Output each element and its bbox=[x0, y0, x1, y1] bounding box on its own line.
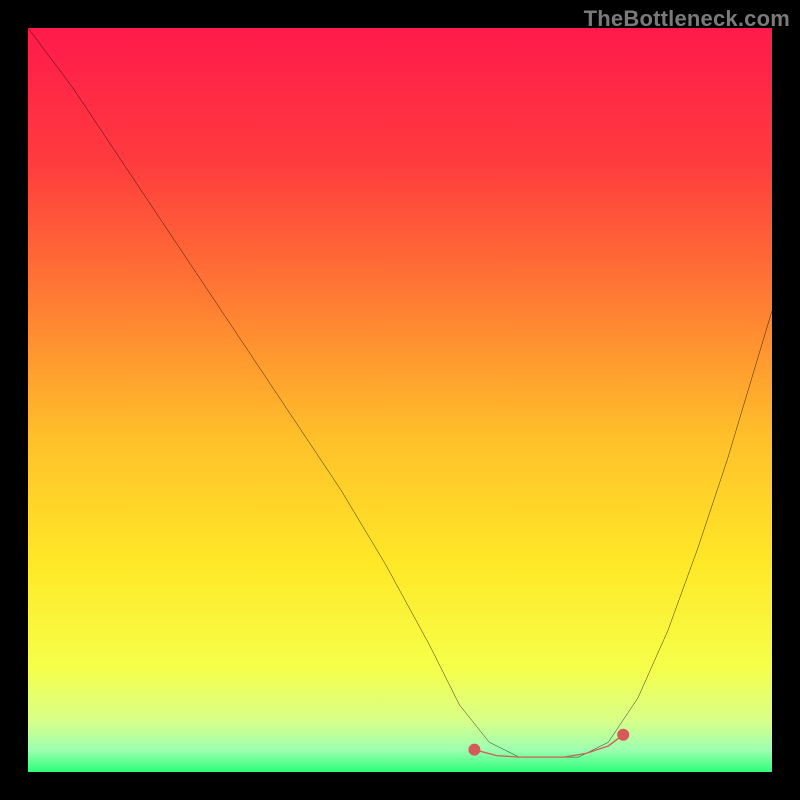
chart-frame: TheBottleneck.com bbox=[0, 0, 800, 800]
range-right-marker bbox=[617, 729, 629, 741]
bottleneck-curve bbox=[28, 28, 772, 757]
watermark-text: TheBottleneck.com bbox=[584, 6, 790, 32]
range-left-marker bbox=[468, 744, 480, 756]
chart-svg bbox=[28, 28, 772, 772]
plot-area bbox=[28, 28, 772, 772]
range-markers bbox=[468, 729, 629, 756]
